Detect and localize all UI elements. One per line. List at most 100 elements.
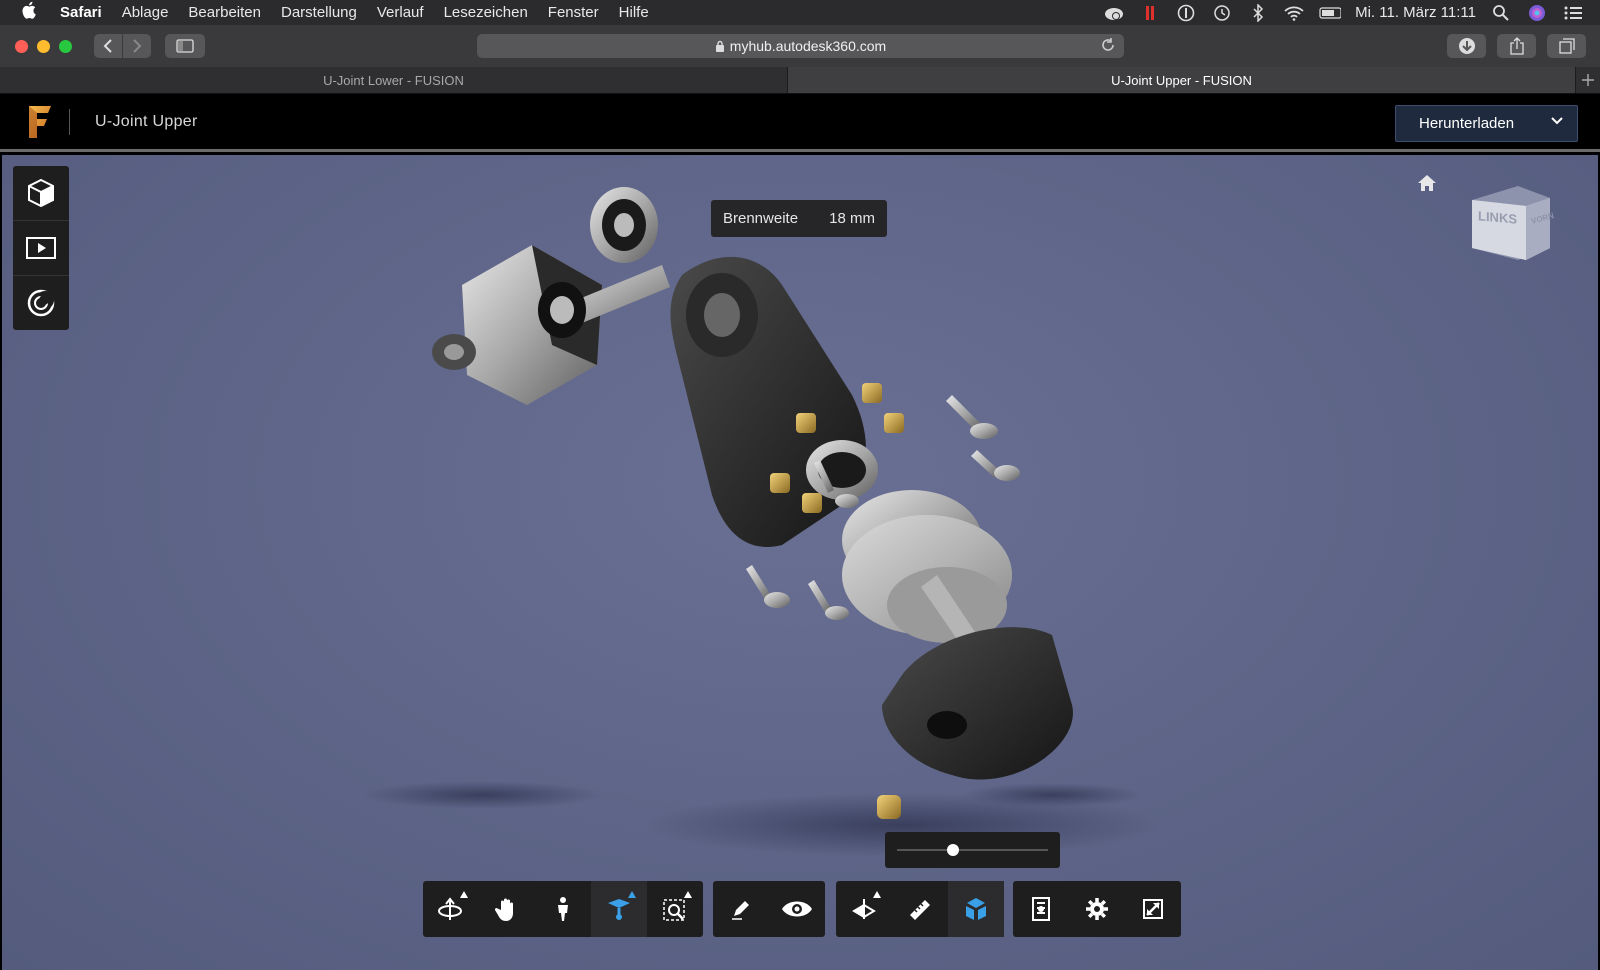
menu-safari[interactable]: Safari — [60, 4, 102, 21]
model-properties-button[interactable] — [1013, 881, 1069, 937]
url-text: myhub.autodesk360.com — [729, 38, 887, 54]
properties-icon — [1032, 897, 1050, 921]
3d-viewport[interactable]: Brennweite 18 mm LINKS VORN — [2, 155, 1598, 970]
menu-lesezeichen[interactable]: Lesezeichen — [444, 4, 528, 21]
share-button[interactable] — [1497, 34, 1536, 58]
download-button-label: Herunterladen — [1419, 115, 1515, 132]
eye-icon — [782, 901, 812, 917]
animation-button[interactable] — [13, 221, 69, 276]
settings-tools — [1013, 881, 1181, 937]
fusion-header: U-Joint Upper Herunterladen — [0, 94, 1600, 152]
moon-icon — [27, 289, 55, 317]
model-browser-button[interactable] — [13, 166, 69, 221]
viewer-side-panel — [13, 166, 69, 330]
first-person-button[interactable] — [535, 881, 591, 937]
ruler-icon — [910, 900, 930, 920]
sidebar-toggle-button[interactable] — [165, 34, 205, 58]
downloads-button[interactable] — [1447, 34, 1486, 58]
focal-length-value: 18 mm — [829, 210, 875, 227]
measure-button[interactable] — [892, 881, 948, 937]
section-analysis-button[interactable] — [836, 881, 892, 937]
menu-verlauf[interactable]: Verlauf — [377, 4, 424, 21]
reload-icon[interactable] — [1100, 37, 1116, 56]
tab-ujoint-upper[interactable]: U-Joint Upper - FUSION — [788, 67, 1576, 93]
explode-slider-handle[interactable] — [946, 844, 959, 856]
back-button[interactable] — [94, 34, 122, 58]
camera-interaction-button[interactable] — [591, 881, 647, 937]
cube-icon — [28, 178, 54, 208]
minimize-window-button[interactable] — [37, 39, 50, 53]
onepassword-icon[interactable] — [1175, 4, 1197, 22]
play-screen-icon — [26, 237, 56, 259]
focal-length-label: Brennweite — [723, 210, 799, 227]
menu-ablage[interactable]: Ablage — [122, 4, 169, 21]
tab-ujoint-lower[interactable]: U-Joint Lower - FUSION — [0, 67, 788, 93]
sidebar-icon — [176, 39, 194, 53]
new-tab-button[interactable] — [1576, 67, 1600, 93]
safari-toolbar: myhub.autodesk360.com — [0, 25, 1600, 67]
person-icon — [558, 897, 568, 921]
zoom-expand-icon[interactable] — [684, 891, 692, 898]
explode-slider[interactable] — [885, 832, 1060, 868]
analysis-tools — [836, 881, 1004, 937]
markup-button[interactable] — [713, 881, 769, 937]
design-title: U-Joint Upper — [95, 112, 198, 130]
bluetooth-icon[interactable] — [1247, 3, 1269, 22]
plus-icon — [1582, 74, 1594, 86]
zoom-window-button[interactable] — [59, 39, 72, 53]
camera-expand-icon[interactable] — [628, 891, 636, 898]
history-nav — [94, 34, 151, 58]
hand-icon — [495, 898, 513, 921]
visibility-button[interactable] — [769, 881, 825, 937]
window-controls — [15, 39, 72, 53]
menu-darstellung[interactable]: Darstellung — [281, 4, 357, 21]
tabs-icon — [1558, 38, 1575, 54]
chevron-down-icon — [1551, 117, 1563, 125]
orbit-button[interactable] — [423, 881, 479, 937]
tab-overview-button[interactable] — [1547, 34, 1586, 58]
ujoint-model[interactable] — [2, 155, 1598, 970]
menu-bearbeiten[interactable]: Bearbeiten — [188, 4, 261, 21]
viewer-toolbar — [2, 881, 1598, 937]
lock-icon — [715, 40, 724, 52]
creative-cloud-icon[interactable] — [1103, 4, 1125, 22]
section-plane-icon — [852, 899, 876, 919]
forward-button[interactable] — [123, 34, 151, 58]
orbit-icon — [438, 897, 462, 920]
time-machine-icon[interactable] — [1211, 4, 1233, 22]
siri-icon[interactable] — [1526, 4, 1548, 22]
orbit-expand-icon[interactable] — [460, 891, 468, 898]
home-icon[interactable] — [1416, 173, 1438, 193]
close-window-button[interactable] — [15, 39, 28, 53]
download-dropdown-button[interactable]: Herunterladen — [1395, 105, 1578, 142]
camera-focus-icon — [608, 899, 630, 920]
explode-model-button[interactable] — [948, 881, 1004, 937]
pan-button[interactable] — [479, 881, 535, 937]
parallels-icon[interactable] — [1139, 4, 1161, 22]
chevron-left-icon — [103, 39, 112, 53]
notification-center-icon[interactable] — [1562, 4, 1584, 22]
menubar-datetime[interactable]: Mi. 11. März 11:11 — [1355, 4, 1476, 21]
fullscreen-icon — [1143, 899, 1163, 919]
wifi-icon[interactable] — [1283, 4, 1305, 22]
battery-icon[interactable] — [1319, 4, 1342, 22]
environment-button[interactable] — [13, 276, 69, 330]
download-icon — [1458, 38, 1475, 54]
menu-hilfe[interactable]: Hilfe — [619, 4, 649, 21]
macos-menubar: Safari Ablage Bearbeiten Darstellung Ver… — [0, 0, 1600, 25]
fullscreen-button[interactable] — [1125, 881, 1181, 937]
navigation-tools — [423, 881, 703, 937]
share-icon — [1509, 37, 1524, 55]
fusion-logo-icon[interactable] — [25, 104, 55, 140]
section-expand-icon[interactable] — [873, 891, 881, 898]
address-bar[interactable]: myhub.autodesk360.com — [477, 34, 1124, 58]
pencil-icon — [732, 901, 749, 920]
chevron-right-icon — [133, 39, 142, 53]
viewcube[interactable]: LINKS VORN — [1468, 182, 1555, 262]
spotlight-search-icon[interactable] — [1490, 4, 1512, 22]
explode-slider-track[interactable] — [897, 849, 1048, 851]
menu-fenster[interactable]: Fenster — [548, 4, 599, 21]
fit-to-view-button[interactable] — [647, 881, 703, 937]
settings-button[interactable] — [1069, 881, 1125, 937]
apple-icon[interactable] — [0, 1, 60, 24]
